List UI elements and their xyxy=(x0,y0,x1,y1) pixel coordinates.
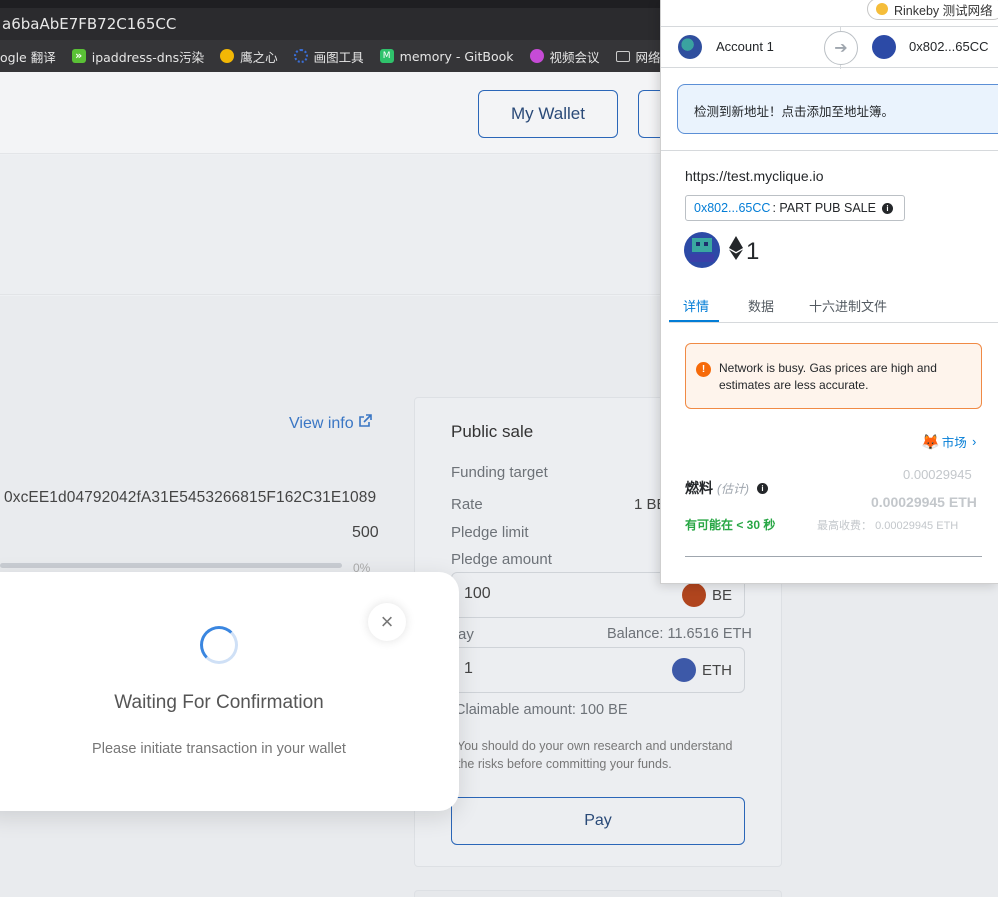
sale-title: Public sale xyxy=(451,422,534,441)
new-address-notice[interactable]: 检测到新地址！点击添加至地址簿。 xyxy=(677,84,998,134)
transaction-value: 1 xyxy=(729,236,759,267)
separator xyxy=(661,150,998,151)
bird-icon xyxy=(220,49,235,63)
double-arrow-icon: » xyxy=(71,49,86,63)
max-fee: 最高收费： 0.00029945 ETH xyxy=(817,517,958,533)
divider-line xyxy=(685,556,982,557)
contract-address: 0xcEE1d04792042fA31E5453266815F162C31E10… xyxy=(4,489,377,506)
close-modal-button[interactable]: × xyxy=(368,603,406,641)
view-info-label: View info xyxy=(289,414,354,432)
info-icon[interactable]: i xyxy=(881,202,893,214)
network-status-dot-icon xyxy=(876,3,888,15)
external-link-icon xyxy=(358,414,372,433)
warning-icon: ! xyxy=(696,362,711,377)
folder-icon xyxy=(615,50,630,62)
gas-estimate-label: (估计) xyxy=(717,481,749,496)
pledge-token-label: BE xyxy=(711,586,732,604)
funding-target-label: Funding target xyxy=(451,464,548,481)
drawio-icon xyxy=(293,49,308,63)
network-busy-warning: ! Network is busy. Gas prices are high a… xyxy=(685,343,982,409)
pay-amount-input[interactable]: 1 ETH xyxy=(451,647,745,693)
bookmark-label: 画图工具 xyxy=(313,49,364,65)
account-transfer-row: Account 1 ➔ 0x802...65CC xyxy=(661,26,998,69)
metamask-fox-icon: 🦊 xyxy=(921,433,940,451)
next-card-edge xyxy=(414,890,782,897)
bookmark-label: 鹰之心 xyxy=(240,49,278,65)
metamask-network-selector[interactable]: Rinkeby 测试网络 xyxy=(867,0,998,20)
bookmark-label: ipaddress-dns污染 xyxy=(91,49,205,65)
info-icon[interactable]: i xyxy=(757,482,768,494)
pay-token: ETH xyxy=(672,658,732,682)
chevron-right-icon: › xyxy=(968,434,977,449)
transaction-tabs: 详情 数据 十六进制文件 xyxy=(669,288,998,323)
network-busy-text: Network is busy. Gas prices are high and… xyxy=(719,361,937,392)
bookmark-label: 网络 xyxy=(635,49,661,65)
modal-title: Waiting For Confirmation xyxy=(114,692,324,713)
network-name: Rinkeby 测试网络 xyxy=(894,3,993,18)
active-tab-indicator xyxy=(669,320,719,322)
tab-data[interactable]: 数据 xyxy=(748,296,774,315)
to-account-address: 0x802...65CC xyxy=(909,39,989,54)
eth-balance: Balance: 11.6516 ETH xyxy=(607,626,752,642)
gas-label: 燃料 xyxy=(685,480,713,496)
bookmark-label: 视频会议 xyxy=(549,49,600,65)
contract-address-link[interactable]: 0x802...65CC xyxy=(694,201,770,215)
my-wallet-button[interactable]: My Wallet xyxy=(478,90,618,138)
token-amount: 500 xyxy=(352,524,379,541)
to-account-avatar xyxy=(872,35,896,59)
bookmark-label: memory - GitBook xyxy=(399,48,514,64)
video-icon xyxy=(529,49,544,63)
pledge-amount-label: Pledge amount xyxy=(451,551,552,568)
url-text: a6baAbE7FB72C165CC xyxy=(2,15,177,33)
eth-token-icon xyxy=(672,658,696,682)
gas-fee-secondary: 0.00029945 xyxy=(903,467,972,482)
pay-button[interactable]: Pay xyxy=(451,797,745,845)
view-info-link[interactable]: View info xyxy=(289,414,372,433)
gas-fee-primary: 0.00029945 ETH xyxy=(871,494,977,510)
tab-details[interactable]: 详情 xyxy=(683,296,709,315)
likely-time: 有可能在 < 30 秒 xyxy=(685,518,776,532)
site-origin: https://test.myclique.io xyxy=(685,168,824,184)
sale-progress-bar xyxy=(0,563,342,568)
be-token-icon xyxy=(681,583,706,607)
eth-diamond-icon xyxy=(729,236,743,267)
from-account-name: Account 1 xyxy=(716,39,774,54)
loading-spinner-icon xyxy=(200,626,238,664)
pledge-token: BE xyxy=(681,583,732,607)
claimable-amount: Claimable amount: 100 BE xyxy=(455,702,628,718)
pay-amount-value: 1 xyxy=(464,660,473,677)
pledge-amount-value: 100 xyxy=(464,585,491,602)
gitbook-icon: M xyxy=(379,49,394,63)
recipient-avatar xyxy=(684,232,720,268)
tab-hex[interactable]: 十六进制文件 xyxy=(809,296,887,315)
gas-fee-label: 燃料 (估计) i xyxy=(685,478,768,498)
max-fee-label: 最高收费： xyxy=(817,520,872,532)
rate-label: Rate xyxy=(451,496,483,513)
new-address-notice-text: 检测到新地址！点击添加至地址簿。 xyxy=(694,105,895,119)
bookmark-eagle[interactable]: 鹰之心 xyxy=(220,47,278,66)
bookmark-drawio[interactable]: 画图工具 xyxy=(293,47,364,66)
bookmark-gitbook[interactable]: M memory - GitBook xyxy=(379,48,514,64)
bookmark-translate[interactable]: ogle 翻译 xyxy=(0,47,56,66)
contract-function-name: : PART PUB SALE xyxy=(772,201,876,215)
market-gas-link[interactable]: 🦊 市场 › xyxy=(921,432,976,451)
market-label: 市场 xyxy=(941,436,967,450)
pay-label: ay xyxy=(458,626,474,643)
pledge-limit-label: Pledge limit xyxy=(451,524,529,541)
max-fee-value: 0.00029945 ETH xyxy=(875,520,959,532)
contract-method-chip[interactable]: 0x802...65CC : PART PUB SALE i xyxy=(685,195,905,221)
modal-subtitle: Please initiate transaction in your wall… xyxy=(92,741,346,757)
from-account-avatar xyxy=(678,35,702,59)
close-icon: × xyxy=(380,609,394,634)
arrow-right-icon: ➔ xyxy=(824,31,858,65)
bookmark-ipaddress[interactable]: » ipaddress-dns污染 xyxy=(71,47,205,66)
pay-token-label: ETH xyxy=(702,661,732,679)
bookmark-label: ogle 翻译 xyxy=(0,49,56,65)
risk-disclaimer: You should do your own research and unde… xyxy=(457,739,733,771)
bookmark-video[interactable]: 视频会议 xyxy=(529,47,600,66)
bookmark-network-folder[interactable]: 网络 xyxy=(615,47,661,66)
eth-amount: 1 xyxy=(746,237,760,265)
metamask-popup: Rinkeby 测试网络 Account 1 ➔ 0x802...65CC 检测… xyxy=(660,0,998,584)
